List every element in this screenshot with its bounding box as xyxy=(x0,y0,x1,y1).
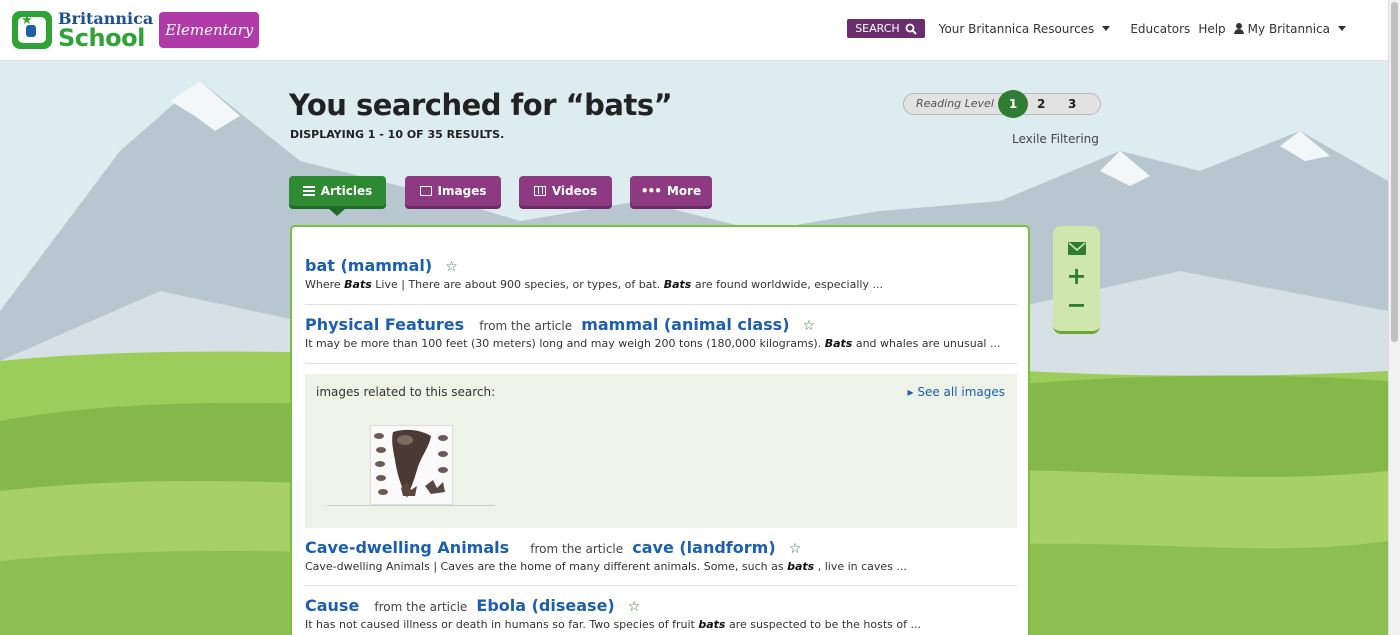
site-header: ★ Britannica School Elementary SEARCH Yo… xyxy=(0,0,1388,61)
lexile-filtering-link[interactable]: Lexile Filtering xyxy=(1012,132,1099,146)
parent-article-link[interactable]: Ebola (disease) xyxy=(476,596,614,615)
elementary-badge: Elementary xyxy=(159,12,260,48)
result-snippet: It has not caused illness or death in hu… xyxy=(305,618,921,631)
page-scrollbar[interactable] xyxy=(1388,0,1400,635)
result-divider xyxy=(305,363,1017,364)
result-item: Cave-dwelling Animals from the article c… xyxy=(305,538,1017,573)
result-snippet: It may be more than 100 feet (30 meters)… xyxy=(305,337,1001,350)
result-title-link[interactable]: Cave-dwelling Animals xyxy=(305,538,509,557)
logo-wordmark: Britannica School xyxy=(58,8,154,52)
result-title-link[interactable]: Physical Features xyxy=(305,315,464,334)
favorite-star-icon[interactable]: ☆ xyxy=(789,541,802,557)
tab-videos[interactable]: Videos xyxy=(519,176,612,206)
reading-level-selector: Reading Level 1 2 3 xyxy=(903,90,1101,118)
parent-article-link[interactable]: cave (landform) xyxy=(632,538,775,557)
result-title-link[interactable]: bat (mammal) xyxy=(305,256,432,275)
user-icon xyxy=(1233,23,1244,34)
active-tab-pointer xyxy=(328,208,346,216)
result-item: Physical Features from the article mamma… xyxy=(305,315,1017,350)
result-item: bat (mammal) ☆ Where Bats Live | There a… xyxy=(305,256,1017,291)
parent-article-link[interactable]: mammal (animal class) xyxy=(581,315,789,334)
tools-sidebar: + − xyxy=(1053,226,1100,334)
result-divider xyxy=(305,585,1017,586)
related-images-box: images related to this search: ▸ See all… xyxy=(305,374,1017,528)
scrollbar-thumb[interactable] xyxy=(1391,2,1398,342)
related-images-label: images related to this search: xyxy=(316,385,496,399)
results-summary: DISPLAYING 1 - 10 OF 35 RESULTS. xyxy=(290,128,505,141)
my-britannica-dropdown[interactable]: My Britannica xyxy=(1233,22,1346,36)
logo-mark-icon: ★ xyxy=(12,11,52,49)
favorite-star-icon[interactable]: ☆ xyxy=(628,599,641,615)
envelope-icon xyxy=(1067,242,1086,255)
page-title: You searched for “bats” xyxy=(289,88,673,122)
email-button[interactable] xyxy=(1053,240,1100,259)
caret-down-icon xyxy=(1338,26,1346,31)
list-icon xyxy=(302,186,315,196)
educators-link[interactable]: Educators xyxy=(1130,22,1190,36)
help-link[interactable]: Help xyxy=(1198,22,1225,36)
reading-level-2[interactable]: 2 xyxy=(1037,97,1045,111)
image-thumbnail-wrap xyxy=(327,419,495,506)
image-icon xyxy=(419,186,432,196)
zoom-out-button[interactable]: − xyxy=(1053,293,1100,317)
ellipsis-icon: ••• xyxy=(640,184,662,198)
result-divider xyxy=(305,304,1017,305)
reading-level-1[interactable]: 1 xyxy=(998,90,1028,118)
search-button[interactable]: SEARCH xyxy=(847,19,925,38)
favorite-star-icon[interactable]: ☆ xyxy=(445,259,458,275)
britannica-school-logo[interactable]: ★ Britannica School Elementary xyxy=(12,8,260,52)
result-snippet: Where Bats Live | There are about 900 sp… xyxy=(305,278,883,291)
zoom-in-button[interactable]: + xyxy=(1053,264,1100,288)
search-icon xyxy=(905,23,917,35)
resources-dropdown[interactable]: Your Britannica Resources xyxy=(939,22,1111,36)
results-panel: bat (mammal) ☆ Where Bats Live | There a… xyxy=(290,225,1030,635)
result-title-link[interactable]: Cause xyxy=(305,596,359,615)
tab-images[interactable]: Images xyxy=(405,176,501,206)
tab-articles[interactable]: Articles xyxy=(289,176,386,206)
result-item: Cause from the article Ebola (disease) ☆… xyxy=(305,596,1017,631)
from-article-label: from the article xyxy=(479,319,573,333)
tab-more[interactable]: ••• More xyxy=(630,176,712,206)
top-nav: SEARCH Your Britannica Resources Educato… xyxy=(847,19,1360,38)
reading-level-label: Reading Level xyxy=(916,97,994,110)
caret-down-icon xyxy=(1102,26,1111,31)
reading-level-3[interactable]: 3 xyxy=(1068,97,1076,111)
from-article-label: from the article xyxy=(530,542,624,556)
bat-illustration-thumbnail[interactable] xyxy=(370,425,453,505)
film-icon xyxy=(533,186,546,196)
favorite-star-icon[interactable]: ☆ xyxy=(803,318,816,334)
from-article-label: from the article xyxy=(374,600,468,614)
see-all-images-link[interactable]: ▸ See all images xyxy=(907,385,1005,399)
result-snippet: Cave-dwelling Animals | Caves are the ho… xyxy=(305,560,907,573)
